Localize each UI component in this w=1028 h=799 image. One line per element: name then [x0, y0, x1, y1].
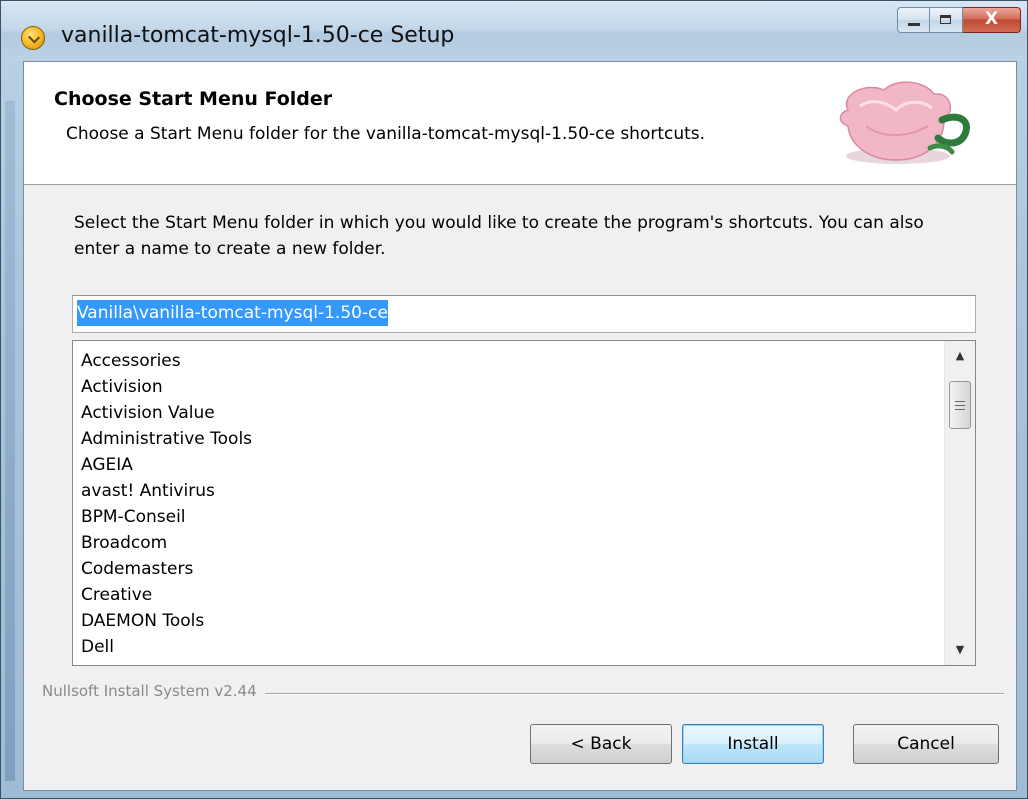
window-frame-edge — [5, 101, 15, 781]
folder-list-item[interactable]: BPM-Conseil — [81, 504, 252, 530]
folder-list-item[interactable]: avast! Antivirus — [81, 478, 252, 504]
install-button[interactable]: Install — [682, 724, 824, 764]
folder-list-item[interactable]: Dell — [81, 634, 252, 660]
folder-list-item[interactable]: Broadcom — [81, 530, 252, 556]
start-menu-folder-list[interactable]: Accessories Activision Activision Value Adm… — [72, 340, 976, 666]
maximize-button[interactable] — [930, 7, 963, 33]
list-scrollbar[interactable]: ▲ ▼ — [944, 341, 975, 665]
setup-window: vanilla-tomcat-mysql-1.50-ce Setup X Cho… — [0, 0, 1028, 799]
folder-list-item[interactable]: Administrative Tools — [81, 426, 252, 452]
grip-line — [955, 401, 965, 402]
folder-input-selected-text: Vanilla\vanilla-tomcat-mysql-1.50-ce — [77, 300, 388, 326]
window-title: vanilla-tomcat-mysql-1.50-ce Setup — [61, 23, 455, 48]
page-subtitle: Choose a Start Menu folder for the vanil… — [66, 124, 706, 144]
instructions-text: Select the Start Menu folder in which yo… — [74, 213, 924, 259]
caption-buttons: X — [897, 7, 1021, 35]
folder-list-item[interactable]: Activision Value — [81, 400, 252, 426]
cancel-button[interactable]: Cancel — [853, 724, 999, 764]
teacup-image — [839, 81, 970, 164]
folder-list-items: Accessories Activision Activision Value Adm… — [81, 348, 252, 660]
folder-list-item[interactable]: AGEIA — [81, 452, 252, 478]
page-header: Choose Start Menu Folder Choose a Start … — [24, 62, 1016, 185]
scroll-down-icon[interactable]: ▼ — [945, 635, 975, 665]
page-title: Choose Start Menu Folder — [54, 88, 333, 110]
minimize-button[interactable] — [897, 7, 930, 33]
close-button[interactable]: X — [963, 7, 1021, 33]
scroll-thumb[interactable] — [949, 381, 971, 429]
start-menu-folder-input[interactable]: Vanilla\vanilla-tomcat-mysql-1.50-ce — [72, 295, 976, 333]
minimize-icon — [908, 23, 920, 26]
installer-icon — [21, 26, 45, 50]
title-bar[interactable]: vanilla-tomcat-mysql-1.50-ce Setup X — [1, 1, 1027, 61]
folder-list-item[interactable]: Activision — [81, 374, 252, 400]
grip-line — [955, 405, 965, 406]
scroll-up-icon[interactable]: ▲ — [945, 341, 975, 371]
maximize-icon — [940, 15, 951, 24]
dialog-client-area: Choose Start Menu Folder Choose a Start … — [23, 61, 1017, 791]
installer-brand: Nullsoft Install System v2.44 — [42, 682, 265, 700]
folder-list-item[interactable]: DAEMON Tools — [81, 608, 252, 634]
folder-list-item[interactable]: Accessories — [81, 348, 252, 374]
grip-line — [955, 409, 965, 410]
close-icon: X — [984, 9, 999, 29]
folder-list-item[interactable]: Creative — [81, 582, 252, 608]
back-button[interactable]: < Back — [530, 724, 672, 764]
folder-list-item[interactable]: Codemasters — [81, 556, 252, 582]
